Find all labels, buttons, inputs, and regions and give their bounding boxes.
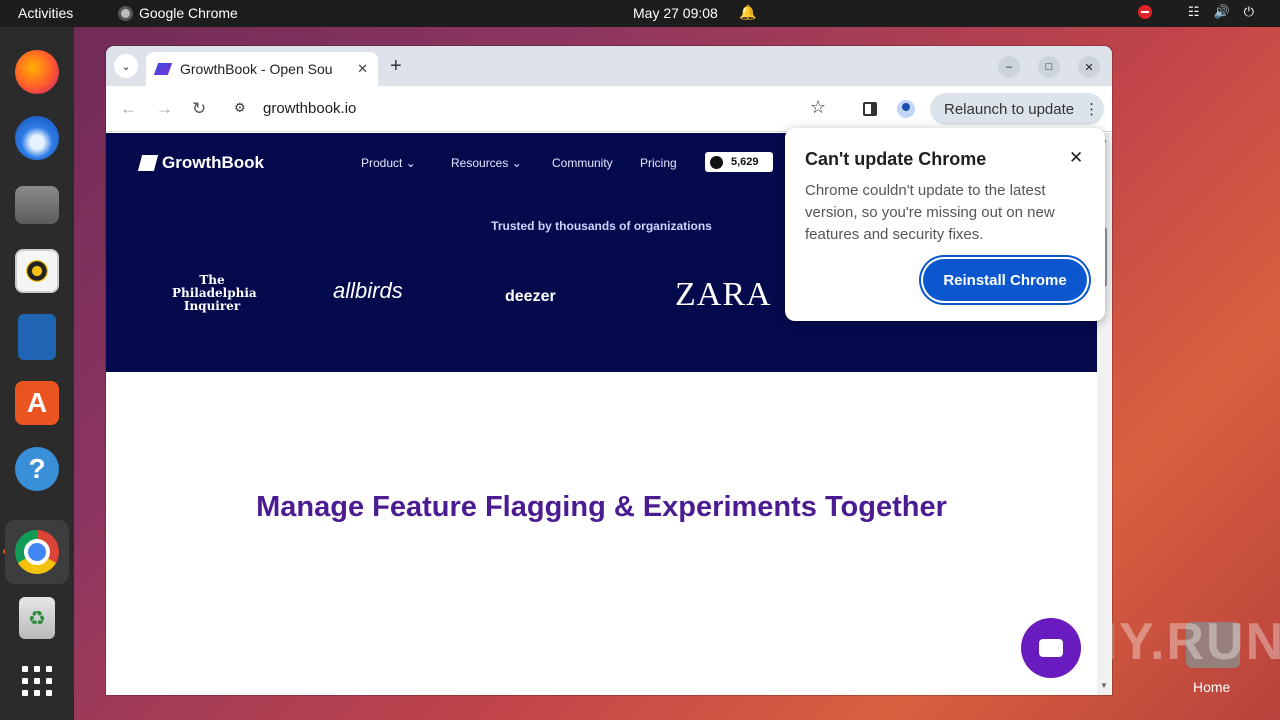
nav-product-label: Product	[361, 156, 403, 170]
network-icon: ☷	[1187, 4, 1200, 19]
dock-chrome[interactable]	[5, 520, 69, 584]
philadelphia-inquirer-logo: The Philadelphia Inquirer	[172, 273, 257, 313]
chat-widget-button[interactable]	[1021, 618, 1081, 678]
writer-icon	[18, 314, 56, 360]
dock-app-center[interactable]: A	[11, 377, 63, 429]
chrome-icon	[118, 5, 133, 21]
trash-icon: ♻	[19, 597, 55, 639]
dialog-title: Can't update Chrome	[805, 149, 987, 169]
system-tray[interactable]: ☷ 🔊 ⏻	[1137, 4, 1254, 20]
thunderbird-icon	[15, 116, 59, 160]
dock-rhythmbox[interactable]	[11, 245, 63, 297]
app-menu-label: Google Chrome	[139, 5, 238, 21]
growthbook-favicon-icon	[153, 63, 173, 75]
back-button[interactable]: ←	[120, 99, 137, 119]
dock-thunderbird[interactable]	[11, 112, 63, 164]
home-label: Home	[1193, 679, 1231, 695]
dialog-body: Chrome couldn't update to the latest ver…	[805, 182, 1055, 243]
profile-avatar[interactable]	[897, 100, 915, 118]
more-menu-icon: ⋮	[1084, 101, 1100, 118]
files-icon	[15, 186, 59, 224]
chat-icon	[1039, 639, 1063, 657]
main-headline: Manage Feature Flagging & Experiments To…	[256, 491, 947, 523]
browser-toolbar: ← → ↻ ⚙ growthbook.io ☆ Relaunch to upda…	[106, 86, 1112, 132]
github-stars-count: 5,629	[731, 156, 759, 168]
top-bar: Activities Google Chrome May 27 09:08 🔔 …	[0, 0, 1280, 27]
do-not-disturb-icon	[1137, 5, 1152, 19]
chrome-icon	[15, 530, 59, 574]
nav-resources-label: Resources	[451, 156, 509, 170]
growthbook-logo[interactable]: GrowthBook	[137, 153, 264, 173]
power-icon: ⏻	[1243, 4, 1254, 19]
forward-button[interactable]: →	[156, 99, 173, 119]
github-stars-badge[interactable]: 5,629	[705, 152, 773, 172]
activities-button[interactable]: Activities	[18, 5, 73, 21]
dock: A ? ♻	[0, 27, 74, 720]
notification-bell-icon: 🔔	[739, 4, 757, 20]
scroll-down-icon[interactable]: ▼	[1100, 681, 1108, 690]
firefox-icon	[15, 50, 59, 94]
tab-strip: ⌄ GrowthBook - Open Sou ✕ + – □ ✕	[106, 46, 1112, 86]
deezer-logo: deezer	[505, 288, 556, 305]
minimize-button[interactable]: –	[998, 56, 1020, 78]
rhythmbox-icon	[15, 249, 59, 293]
side-panel-icon[interactable]	[863, 102, 877, 116]
growthbook-logo-icon	[137, 155, 159, 171]
clock[interactable]: May 27 09:08	[633, 5, 718, 21]
chevron-down-icon: ⌄	[121, 60, 131, 73]
maximize-button[interactable]: □	[1038, 56, 1060, 78]
brand-name: GrowthBook	[162, 153, 264, 172]
dock-files[interactable]	[11, 179, 63, 231]
nav-product[interactable]: Product ⌄	[361, 156, 416, 170]
dock-trash[interactable]: ♻	[11, 592, 63, 644]
close-icon[interactable]: ✕	[1069, 148, 1083, 168]
help-icon: ?	[15, 447, 59, 491]
app-center-icon: A	[15, 381, 59, 425]
bookmark-star-icon[interactable]: ☆	[810, 97, 826, 118]
address-bar[interactable]: growthbook.io	[263, 100, 356, 117]
app-menu[interactable]: Google Chrome	[118, 5, 238, 21]
tab-search-button[interactable]: ⌄	[114, 54, 138, 78]
dock-writer[interactable]	[11, 311, 63, 363]
new-tab-button[interactable]: +	[390, 55, 402, 78]
site-info-icon[interactable]: ⚙	[234, 100, 246, 116]
tab-growthbook[interactable]: GrowthBook - Open Sou ✕	[146, 52, 378, 86]
dock-help[interactable]: ?	[11, 443, 63, 495]
cant-update-chrome-dialog: Can't update Chrome ✕ Chrome couldn't up…	[785, 128, 1105, 321]
nav-resources[interactable]: Resources ⌄	[451, 156, 522, 170]
dock-firefox[interactable]	[11, 46, 63, 98]
reinstall-chrome-button[interactable]: Reinstall Chrome	[923, 259, 1087, 301]
relaunch-to-update-button[interactable]: Relaunch to update ⋮	[930, 93, 1104, 125]
nav-pricing[interactable]: Pricing	[640, 156, 677, 170]
tab-title: GrowthBook - Open Sou	[180, 61, 333, 77]
volume-icon: 🔊	[1213, 4, 1230, 19]
relaunch-label: Relaunch to update	[944, 100, 1075, 118]
zara-logo: ZARA	[675, 276, 772, 313]
allbirds-logo: allbirds	[333, 278, 403, 303]
reload-button[interactable]: ↻	[192, 99, 206, 119]
show-apps-button[interactable]	[11, 655, 63, 707]
github-icon	[710, 155, 723, 169]
apps-grid-icon	[22, 666, 52, 696]
close-tab-icon[interactable]: ✕	[357, 61, 368, 77]
nav-community[interactable]: Community	[552, 156, 613, 170]
close-window-button[interactable]: ✕	[1078, 56, 1100, 78]
